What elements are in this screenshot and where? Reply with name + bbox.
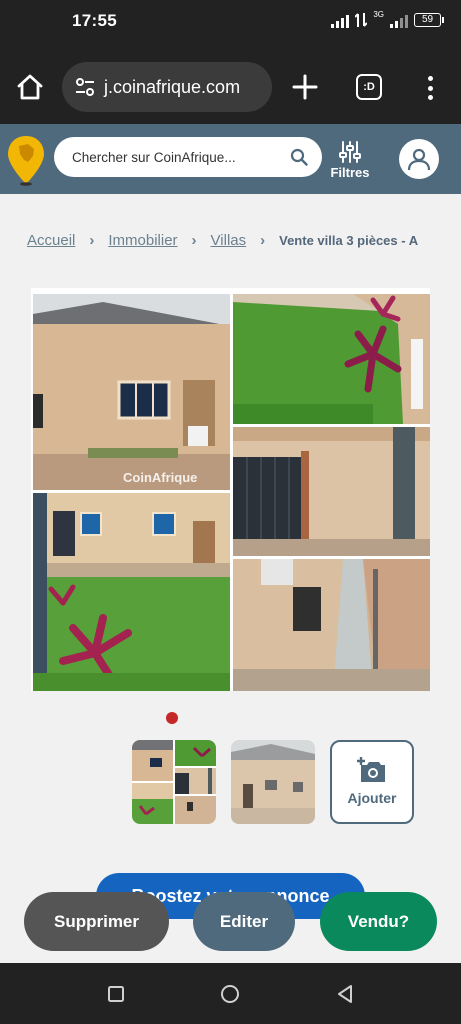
status-bar: 17:55 3G 59 xyxy=(0,0,461,46)
user-icon xyxy=(407,148,431,171)
filters-label: Filtres xyxy=(330,165,370,180)
more-vert-icon[interactable] xyxy=(420,74,440,102)
tabs-icon[interactable]: :D xyxy=(356,74,382,100)
wifi-signal-icon xyxy=(331,12,350,28)
user-account-button[interactable] xyxy=(399,139,439,179)
tabs-label: :D xyxy=(363,81,375,93)
gallery-photo-garden[interactable] xyxy=(33,493,230,691)
search-input[interactable]: Chercher sur CoinAfrique... xyxy=(54,137,322,177)
home-icon[interactable] xyxy=(14,71,46,103)
breadcrumb-item-villas[interactable]: Villas xyxy=(211,232,247,249)
search-placeholder: Chercher sur CoinAfrique... xyxy=(72,149,236,165)
tune-icon[interactable] xyxy=(74,76,96,98)
nav-circle-icon[interactable] xyxy=(219,983,241,1005)
breadcrumb-separator: › xyxy=(89,232,95,249)
network-type-badge: 3G xyxy=(373,9,384,19)
add-photo-button[interactable]: Ajouter xyxy=(330,740,414,824)
site-header: Chercher sur CoinAfrique... Filtres xyxy=(0,124,461,194)
gallery-photo-garage[interactable] xyxy=(233,427,430,556)
breadcrumb: Accueil › Immobilier › Villas › Vente villa 3 … xyxy=(27,232,461,252)
gallery-photo-lawn[interactable] xyxy=(233,294,430,424)
breadcrumb-item-home[interactable]: Accueil xyxy=(27,232,75,249)
cell-signal-icon xyxy=(390,12,408,28)
add-photo-icon xyxy=(357,757,385,782)
search-icon[interactable] xyxy=(290,148,308,166)
browser-toolbar: j.coinafrique.com :D xyxy=(0,46,461,124)
sliders-icon xyxy=(339,141,361,163)
breadcrumb-item-realestate[interactable]: Immobilier xyxy=(108,232,177,249)
edit-button[interactable]: Editer xyxy=(193,892,295,951)
delete-button[interactable]: Supprimer xyxy=(24,892,169,951)
filters-button[interactable]: Filtres xyxy=(328,140,372,182)
plus-icon[interactable] xyxy=(290,72,320,102)
photo-gallery[interactable]: CoinAfrique xyxy=(31,288,430,691)
nav-square-icon[interactable] xyxy=(105,983,127,1005)
battery-level: 59 xyxy=(421,14,434,25)
nav-back-icon[interactable] xyxy=(334,983,356,1005)
add-photo-label: Ajouter xyxy=(347,790,397,806)
status-time: 17:55 xyxy=(72,11,117,30)
battery-icon: 59 xyxy=(414,13,444,27)
map-pin-logo-icon[interactable] xyxy=(6,134,46,186)
data-transfer-icon xyxy=(355,13,368,27)
breadcrumb-separator: › xyxy=(191,232,197,249)
thumbnail-house[interactable] xyxy=(231,740,315,824)
gallery-photo-house-front[interactable]: CoinAfrique xyxy=(33,294,230,490)
thumbnail-collage[interactable] xyxy=(132,740,216,824)
carousel-indicator-active[interactable] xyxy=(166,712,178,724)
system-navigation-bar xyxy=(0,963,461,1024)
status-icons: 3G 59 xyxy=(331,9,444,28)
gallery-photo-alley[interactable] xyxy=(233,559,430,691)
url-text: j.coinafrique.com xyxy=(104,76,241,97)
breadcrumb-separator: › xyxy=(260,232,266,249)
breadcrumb-current: Vente villa 3 pièces - A xyxy=(279,233,419,248)
sold-button[interactable]: Vendu? xyxy=(320,892,437,951)
address-bar[interactable]: j.coinafrique.com xyxy=(62,62,272,112)
photo-watermark: CoinAfrique xyxy=(123,470,198,485)
